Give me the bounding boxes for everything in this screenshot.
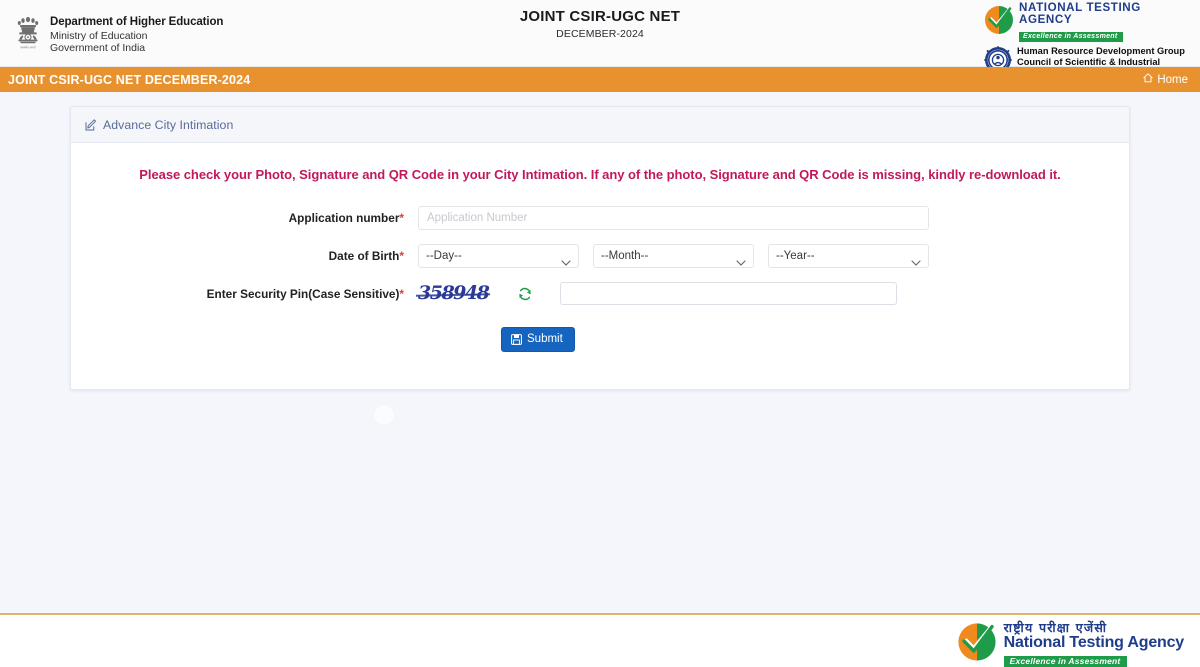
advance-city-intimation-card: Advance City Intimation Please check you… [70,106,1130,390]
footer-tagline: Excellence in Assessment [1003,655,1128,667]
form-row-submit: Submit [71,327,1129,352]
security-pin-label-text: Enter Security Pin(Case Sensitive) [206,286,400,301]
home-icon [1143,73,1153,86]
card-header-title: Advance City Intimation [103,117,234,132]
dob-year-select[interactable]: --Year-- [768,244,929,268]
nta-name: NATIONAL TESTING AGENCY [1019,1,1141,27]
gov-country-name: Government of India [50,41,146,54]
alert-message: Please check your Photo, Signature and Q… [139,167,1061,182]
submit-button[interactable]: Submit [501,327,575,352]
footer-hindi-name: राष्ट्रीय परीक्षा एजेंसी [1003,620,1108,635]
nta-tick-logo-icon [984,5,1014,40]
navbar-brand: JOINT CSIR-UGC NET DECEMBER-2024 [8,72,251,87]
security-pin-input[interactable] [560,282,897,305]
page-footer: राष्ट्रीय परीक्षा एजेंसी National Testin… [0,613,1200,667]
required-asterisk: * [399,249,404,263]
nta-tagline: Excellence in Assessment [1019,32,1123,42]
captcha-text: 358948 [418,282,490,304]
dob-month-wrap: --Month-- [593,244,754,268]
application-number-input[interactable] [418,206,929,230]
page-root: सत्यमेव जयते Department of Higher Educat… [0,0,1200,667]
csir-group-name: Human Resource Development Group [1017,46,1185,57]
submit-button-label: Submit [527,333,563,345]
dob-month-select[interactable]: --Month-- [593,244,754,268]
top-header: सत्यमेव जयते Department of Higher Educat… [0,0,1200,78]
nav-home-label: Home [1157,73,1188,86]
form-row-application-number: Application number* [71,206,1129,230]
form-row-date-of-birth: Date of Birth* --Day-- --Month-- --Year-… [71,244,1129,268]
card-header: Advance City Intimation [71,107,1129,143]
card-body: Please check your Photo, Signature and Q… [71,143,1129,352]
dob-day-select[interactable]: --Day-- [418,244,579,268]
main-navbar: JOINT CSIR-UGC NET DECEMBER-2024 Home [0,67,1200,92]
date-of-birth-label-text: Date of Birth [328,249,400,263]
application-number-label: Application number* [71,211,418,225]
date-of-birth-label: Date of Birth* [71,249,418,263]
captcha-image: 358948 [418,282,498,305]
form-row-security-pin: Enter Security Pin(Case Sensitive)* 3589… [71,282,1129,305]
edit-pencil-icon [85,118,97,131]
application-number-label-text: Application number [288,211,400,225]
svg-text:सत्यमेव जयते: सत्यमेव जयते [20,45,35,49]
submit-spacer [71,327,501,352]
dob-year-wrap: --Year-- [768,244,929,268]
security-pin-label: Enter Security Pin(Case Sensitive)* [71,287,418,301]
dob-day-wrap: --Day-- [418,244,579,268]
city-intimation-form: Application number* Date of Birth* --Day… [71,192,1129,352]
required-asterisk: * [399,286,404,301]
nta-logo-block: NATIONAL TESTING AGENCY Excellence in As… [984,1,1196,43]
required-asterisk: * [399,211,404,225]
captcha-refresh-button[interactable] [518,287,532,301]
footer-nta-logo-block: राष्ट्रीय परीक्षा एजेंसी National Testin… [957,621,1184,667]
refresh-icon [518,287,532,301]
save-disk-icon [511,333,522,345]
content-area: Advance City Intimation Please check you… [0,92,1200,613]
footer-english-name: National Testing Agency [1003,634,1185,652]
nav-home-link[interactable]: Home [1143,73,1188,86]
nta-tick-logo-icon [957,622,997,667]
